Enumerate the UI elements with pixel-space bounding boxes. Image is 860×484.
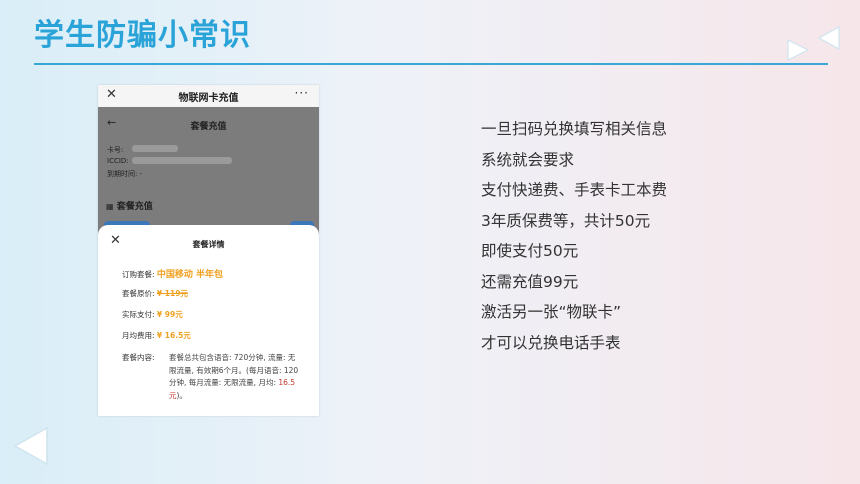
text-line-6: 还需充值99元 [481, 272, 579, 291]
detail-content-label: 套餐内容: [122, 353, 155, 362]
detail-value: 中国移动 半年包 [156, 270, 224, 280]
detail-value: ¥ 119元 [156, 289, 188, 298]
app-title-bar: ✕ 物联网卡充值 ··· [98, 85, 319, 107]
detail-label: 套餐原价: [122, 289, 155, 298]
detail-label: 月均费用: [122, 331, 155, 340]
iccid-masked [132, 157, 232, 164]
page-title: 套餐充值 [190, 122, 227, 132]
detail-row-original-price: 套餐原价: ¥ 119元 [122, 288, 188, 299]
decor-triangle-top-right [818, 26, 840, 50]
detail-content-text: 套餐总共包含语音: 720分钟, 流量: 无限流量, 有效期6个月。(每月语音:… [169, 352, 299, 402]
iccid-label: ICCID: [107, 157, 129, 165]
content-end: )。 [176, 390, 187, 400]
slide-title: 学生防骗小常识 [34, 18, 251, 53]
text-line-2: 系统就会要求 [481, 150, 575, 169]
text-line-7: 激活另一张“物联卡” [481, 303, 622, 321]
detail-value: ¥ 99元 [156, 310, 183, 319]
title-divider [34, 63, 828, 65]
grid-icon: ▦ [106, 202, 114, 211]
detail-row-package: 订购套餐: 中国移动 半年包 [122, 267, 223, 280]
text-line-8: 才可以兑换电话手表 [481, 333, 621, 352]
detail-value: ¥ 16.5元 [156, 331, 191, 340]
sheet-title: 套餐详情 [192, 240, 225, 249]
detail-row-monthly: 月均费用: ¥ 16.5元 [122, 330, 191, 341]
section-title-text: 套餐充值 [116, 202, 153, 212]
detail-row-actual-pay: 实际支付: ¥ 99元 [122, 309, 183, 320]
text-line-4: 3年质保费等，共计50元 [481, 211, 651, 230]
app-title: 物联网卡充值 [178, 93, 239, 104]
decor-triangle-bottom-left [13, 426, 48, 466]
more-icon[interactable]: ··· [295, 86, 309, 100]
detail-label: 订购套餐: [122, 270, 155, 279]
card-number-masked [132, 145, 178, 152]
text-line-1: 一旦扫码兑换填写相关信息 [481, 120, 668, 138]
text-line-5: 即使支付50元 [481, 242, 579, 260]
card-number-label: 卡号: [107, 146, 124, 154]
package-detail-sheet: ✕ 套餐详情 订购套餐: 中国移动 半年包 套餐原价: ¥ 119元 实际支付:… [98, 225, 319, 416]
explanation-text: 一旦扫码兑换填写相关信息 系统就会要求 支付快递费、手表卡工本费 3年质保费等，… [481, 114, 667, 358]
detail-label: 实际支付: [122, 310, 155, 319]
section-title: ▦ 套餐充值 [106, 199, 153, 212]
decor-triangle-top-left [787, 39, 809, 61]
expire-label: 到期时间: - [107, 170, 143, 178]
text-line-3: 支付快递费、手表卡工本费 [481, 181, 668, 199]
phone-screenshot: ✕ 物联网卡充值 ··· ← 套餐充值 卡号: ICCID: 到期时间: - ▦… [98, 85, 319, 416]
